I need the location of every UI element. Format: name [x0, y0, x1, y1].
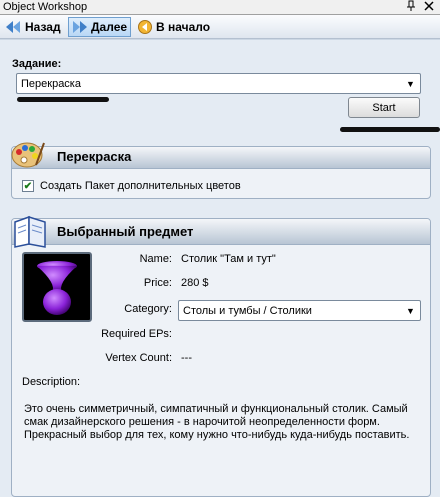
vertex-count-value: ---	[181, 352, 192, 364]
required-eps-label: Required EPs:	[101, 328, 172, 340]
item-thumbnail	[22, 252, 92, 322]
window-title: Object Workshop	[3, 1, 88, 13]
selected-item-panel-title: Выбранный предмет	[57, 224, 194, 239]
task-label: Задание:	[12, 58, 62, 70]
category-label: Category:	[124, 303, 172, 315]
vase-icon	[37, 261, 77, 315]
recolor-panel-title: Перекраска	[57, 149, 132, 164]
redaction-mark	[17, 97, 109, 102]
book-icon	[12, 214, 48, 251]
home-button[interactable]: В начало	[134, 17, 213, 37]
start-button[interactable]: Start	[348, 97, 420, 118]
vertex-count-label: Vertex Count:	[105, 352, 172, 364]
home-label: В начало	[156, 20, 211, 34]
next-arrow-icon	[72, 21, 88, 33]
category-select[interactable]: Столы и тумбы / Столики ▼	[178, 300, 421, 321]
chevron-down-icon: ▼	[406, 78, 415, 89]
price-value: 280 $	[181, 277, 209, 289]
title-bar: Object Workshop	[0, 0, 440, 15]
next-label: Далее	[91, 20, 128, 34]
task-select-value: Перекраска	[21, 77, 81, 90]
category-select-value: Столы и тумбы / Столики	[183, 304, 312, 317]
chevron-down-icon: ▼	[406, 305, 415, 316]
toolbar: Назад Далее В начало	[0, 15, 440, 39]
redaction-mark	[340, 127, 440, 132]
back-arrow-icon	[6, 21, 22, 33]
task-select[interactable]: Перекраска ▼	[16, 73, 421, 94]
price-label: Price:	[143, 277, 172, 289]
close-icon[interactable]	[423, 0, 435, 14]
back-label: Назад	[25, 20, 61, 34]
description-label: Description:	[22, 376, 81, 388]
name-value: Столик "Там и тут"	[181, 253, 276, 265]
palette-icon	[10, 139, 46, 172]
home-icon	[137, 19, 153, 35]
next-button[interactable]: Далее	[68, 17, 132, 37]
name-label: Name:	[139, 253, 172, 265]
create-color-pack-label: Создать Пакет дополнительных цветов	[40, 180, 241, 192]
pin-icon[interactable]	[405, 0, 417, 14]
description-text: Это очень симметричный, симпатичный и фу…	[24, 403, 410, 441]
back-button[interactable]: Назад	[3, 17, 64, 37]
create-color-pack-checkbox[interactable]: ✔	[22, 180, 34, 192]
